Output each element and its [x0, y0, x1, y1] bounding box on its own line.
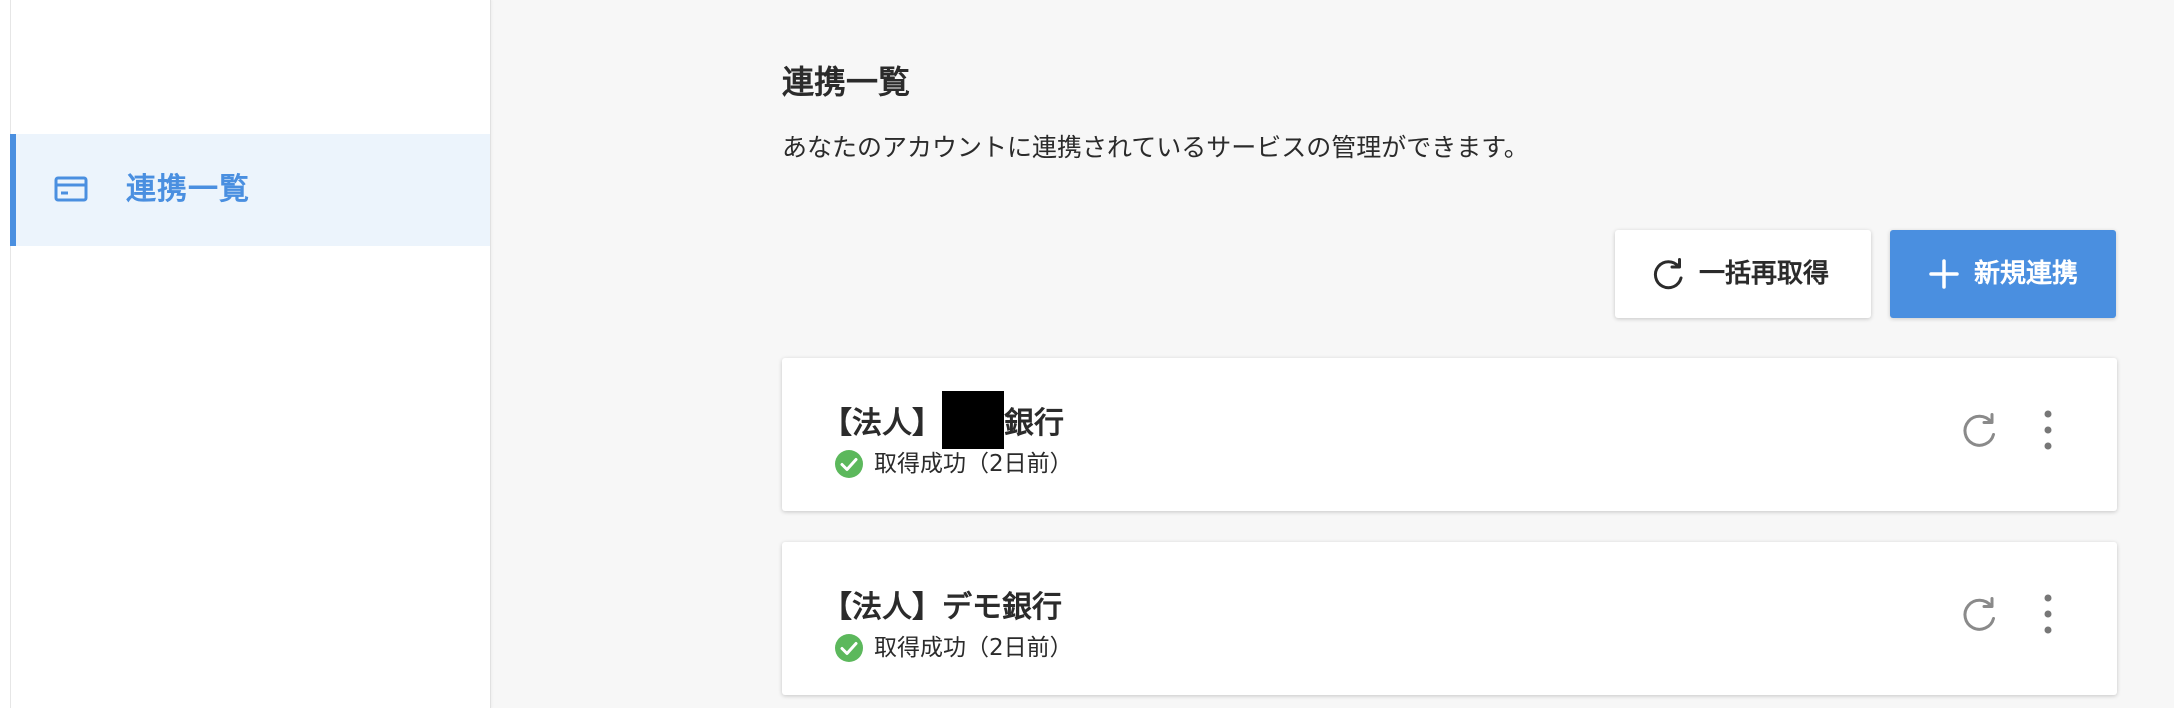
sidebar: 連携一覧 — [0, 0, 491, 708]
sidebar-item-connections[interactable]: 連携一覧 — [10, 134, 490, 246]
more-options-button[interactable] — [2036, 408, 2060, 452]
check-circle-icon — [835, 450, 863, 478]
refresh-all-button[interactable]: 一括再取得 — [1615, 230, 1871, 318]
page-title: 連携一覧 — [782, 63, 911, 101]
sidebar-item-label: 連携一覧 — [126, 172, 250, 207]
connection-status: 取得成功（2日前） — [834, 446, 1073, 482]
connection-title-suffix: 銀行 — [1004, 406, 1064, 441]
connection-title: 【法人】デモ銀行 — [822, 590, 1062, 625]
connection-title: 【法人】 銀行 — [822, 390, 1064, 450]
refresh-icon — [1963, 413, 1995, 447]
refresh-all-label: 一括再取得 — [1699, 259, 1830, 289]
status-text: 取得成功（2日前） — [874, 451, 1073, 477]
new-connection-button[interactable]: 新規連携 — [1890, 230, 2116, 318]
more-vertical-icon — [2044, 410, 2052, 450]
sidebar-edge — [10, 0, 11, 708]
more-vertical-icon — [2044, 594, 2052, 634]
connection-status: 取得成功（2日前） — [834, 630, 1073, 666]
plus-icon — [1929, 259, 1959, 289]
connection-title-prefix: 【法人】 — [822, 406, 942, 441]
page-description: あなたのアカウントに連携されているサービスの管理ができます。 — [782, 133, 1529, 162]
status-text: 取得成功（2日前） — [874, 635, 1073, 661]
connection-card[interactable]: 【法人】デモ銀行 取得成功（2日前） — [782, 542, 2117, 695]
new-connection-label: 新規連携 — [1974, 259, 2079, 289]
more-options-button[interactable] — [2036, 592, 2060, 636]
main-content: 連携一覧 あなたのアカウントに連携されているサービスの管理ができます。 一括再取… — [782, 0, 2117, 708]
refresh-icon — [1963, 597, 1995, 631]
refresh-button[interactable] — [1960, 594, 2000, 634]
refresh-button[interactable] — [1960, 410, 2000, 450]
refresh-icon — [1653, 258, 1683, 290]
connection-card[interactable]: 【法人】 銀行 取得成功（2日前） — [782, 358, 2117, 511]
redaction-block — [942, 391, 1004, 449]
check-circle-icon — [835, 634, 863, 662]
card-icon — [54, 176, 88, 202]
